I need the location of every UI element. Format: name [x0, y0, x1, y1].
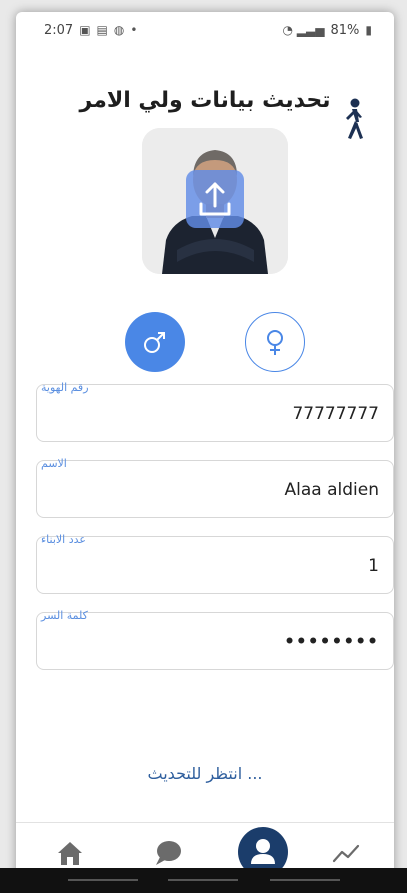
stats-icon [332, 844, 360, 863]
battery-level: 81% [330, 22, 360, 38]
status-left: 2:07 ▣ ▤ ◍ • [44, 23, 137, 38]
female-symbol-icon [267, 330, 283, 355]
status-bar: 2:07 ▣ ▤ ◍ • ◔ ▂▃▅ 81% ▮ [16, 12, 394, 48]
chat-icon [156, 841, 181, 865]
gesture-line-right [270, 879, 340, 881]
password-value: •••••••• [284, 632, 379, 652]
nav-stats[interactable] [328, 835, 364, 871]
messenger-icon: ◍ [113, 23, 125, 37]
nav-home[interactable] [52, 835, 88, 871]
id-number-label: رقم الهوية [41, 381, 89, 394]
walking-person-icon[interactable] [338, 98, 368, 142]
status-time: 2:07 [44, 22, 74, 38]
id-number-field[interactable]: رقم الهوية 77777777 [36, 381, 394, 442]
upload-icon[interactable] [186, 170, 244, 228]
children-count-label: عدد الابناء [41, 533, 86, 546]
children-count-value: 1 [368, 556, 379, 576]
male-symbol-icon [144, 332, 165, 353]
nav-chat[interactable] [150, 835, 186, 871]
password-field[interactable]: كلمة السر •••••••• [36, 609, 394, 670]
status-right: ◔ ▂▃▅ 81% ▮ [283, 23, 373, 38]
dot-icon: • [130, 23, 138, 37]
gesture-line-left [68, 879, 138, 881]
name-field[interactable]: الاسم Alaa aldien [36, 457, 394, 518]
battery-icon: ▮ [365, 23, 372, 37]
update-status-text: انتظر للتحديث ... [147, 764, 263, 783]
signal-icon: ◔ ▂▃▅ [282, 23, 325, 37]
male-button[interactable] [125, 312, 185, 372]
name-value: Alaa aldien [284, 480, 379, 500]
home-icon [58, 842, 82, 865]
phone-screen: 2:07 ▣ ▤ ◍ • ◔ ▂▃▅ 81% ▮ تحديث بيانات ول… [16, 12, 394, 880]
gesture-line-center [168, 879, 238, 881]
password-label: كلمة السر [41, 609, 88, 622]
gallery-icon: ▣ [79, 23, 91, 37]
linkedin-icon: ▤ [96, 23, 108, 37]
id-number-value: 77777777 [292, 404, 379, 424]
name-label: الاسم [41, 457, 67, 470]
system-gesture-bar [0, 868, 407, 893]
children-count-field[interactable]: عدد الابناء 1 [36, 533, 394, 594]
female-button[interactable] [245, 312, 305, 372]
